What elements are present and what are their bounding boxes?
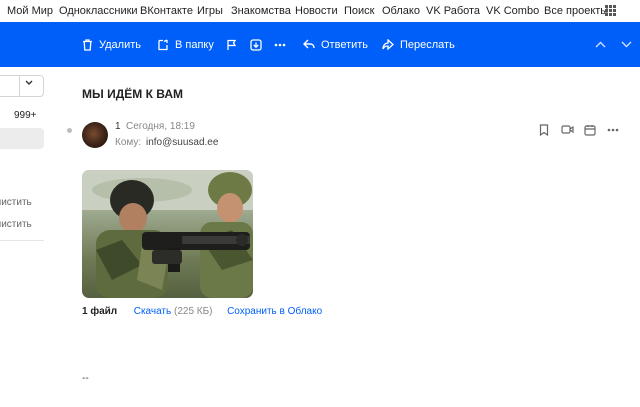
sidebar-divider xyxy=(0,240,44,241)
sidebar: 999+ чистить чистить xyxy=(0,67,50,407)
portal-link-vkontakte[interactable]: ВКонтакте xyxy=(140,5,193,17)
unread-count: 999+ xyxy=(14,110,37,121)
portal-bar: Мой Мир Одноклассники ВКонтакте Игры Зна… xyxy=(0,0,640,22)
attachment-count: 1 файл xyxy=(82,306,118,317)
download-link[interactable]: Скачать xyxy=(134,306,172,317)
download-size: (225 КБ) xyxy=(174,306,213,317)
next-message-button[interactable] xyxy=(621,22,632,67)
soldiers-photo xyxy=(82,170,253,298)
mark-button[interactable] xyxy=(226,22,237,67)
forward-icon xyxy=(382,39,394,50)
sender-name[interactable]: 1 xyxy=(115,121,121,132)
chevron-up-icon xyxy=(595,41,606,48)
portal-link-all-projects[interactable]: Все проекты xyxy=(544,5,608,17)
portal-link-games[interactable]: Игры xyxy=(197,5,223,17)
attachment-thumbnail[interactable] xyxy=(82,170,253,298)
reply-button[interactable]: Ответить xyxy=(303,22,368,67)
chevron-down-icon xyxy=(621,41,632,48)
portal-link-cloud[interactable]: Облако xyxy=(382,5,420,17)
archive-button[interactable] xyxy=(250,22,262,67)
more-dots-icon[interactable] xyxy=(607,128,619,132)
delete-label: Удалить xyxy=(99,38,141,51)
chevron-down-icon xyxy=(25,80,33,85)
reply-label: Ответить xyxy=(321,38,369,51)
portal-link-news[interactable]: Новости xyxy=(295,5,338,17)
read-status-dot[interactable] xyxy=(67,128,72,133)
recipient-address[interactable]: info@suusad.ee xyxy=(146,137,218,148)
save-to-cloud-link[interactable]: Сохранить в Облако xyxy=(227,306,322,317)
forward-label: Переслать xyxy=(400,38,455,51)
portal-link-odnoklassniki[interactable]: Одноклассники xyxy=(59,5,138,17)
video-call-icon[interactable] xyxy=(561,124,574,135)
previous-message-button[interactable] xyxy=(595,22,606,67)
portal-link-vk-combo[interactable]: VK Combo xyxy=(486,5,539,17)
select-divider xyxy=(19,76,20,96)
message-signature: -- xyxy=(82,373,89,384)
portal-link-dating[interactable]: Знакомства xyxy=(231,5,291,17)
message-date: Сегодня, 18:19 xyxy=(126,121,195,132)
portal-link-search[interactable]: Поиск xyxy=(344,5,374,17)
sidebar-item-inbox[interactable] xyxy=(0,128,44,149)
trash-icon xyxy=(83,38,92,51)
archive-icon xyxy=(250,38,262,51)
clean-folder-link[interactable]: чистить xyxy=(0,197,32,208)
recipient-label: Кому: xyxy=(115,137,142,148)
forward-button[interactable]: Переслать xyxy=(382,22,455,67)
move-folder-icon xyxy=(158,38,168,50)
portal-link-moi-mir[interactable]: Мой Мир xyxy=(7,5,53,17)
portal-link-vk-work[interactable]: VK Работа xyxy=(426,5,480,17)
flag-icon xyxy=(227,39,237,50)
bookmark-icon[interactable] xyxy=(539,124,549,136)
mail-toolbar: Удалить В папку Ответить Переслать xyxy=(0,22,640,67)
more-dots-icon xyxy=(274,43,286,46)
folder-select[interactable] xyxy=(0,75,44,97)
message-subject: МЫ ИДЁМ К ВАМ xyxy=(82,87,183,101)
sender-avatar[interactable] xyxy=(82,122,108,148)
move-to-folder-button[interactable]: В папку xyxy=(157,22,214,67)
reply-icon xyxy=(303,39,315,49)
more-actions-button[interactable] xyxy=(274,22,286,67)
move-to-folder-label: В папку xyxy=(175,38,214,51)
delete-button[interactable]: Удалить xyxy=(82,22,141,67)
attachments-bar: 1 файл Скачать (225 КБ) Сохранить в Обла… xyxy=(82,306,322,317)
clean-folder-link[interactable]: чистить xyxy=(0,219,32,230)
apps-grid-icon[interactable] xyxy=(605,5,616,16)
calendar-icon[interactable] xyxy=(584,124,596,136)
